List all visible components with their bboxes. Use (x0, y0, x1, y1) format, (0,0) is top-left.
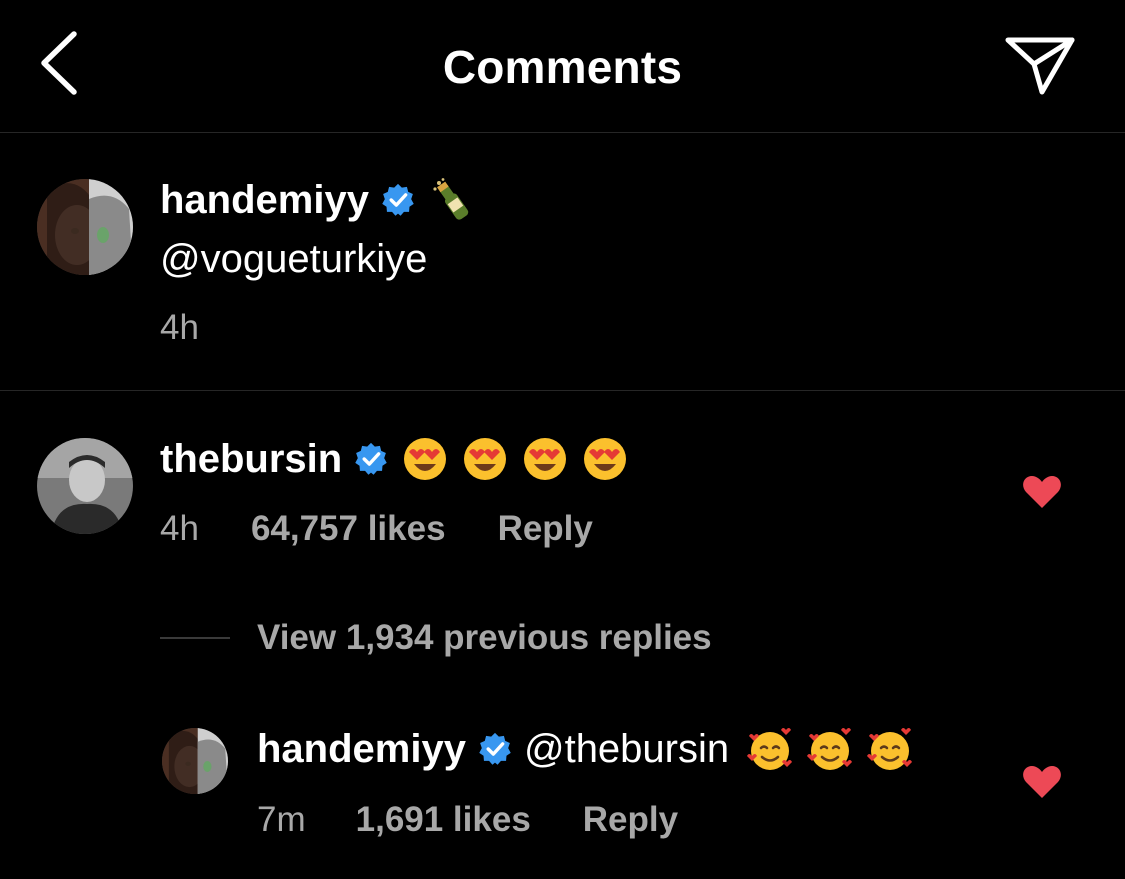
verified-badge-icon (355, 442, 387, 475)
reply-header: handemiyy @thebursin (257, 726, 913, 772)
username[interactable]: thebursin (160, 437, 342, 482)
avatar-image (37, 438, 133, 534)
avatar[interactable] (162, 728, 228, 794)
avatar-image (37, 179, 133, 275)
reply-meta: 7m 1,691 likes Reply (257, 800, 678, 840)
heart-icon[interactable] (1022, 474, 1062, 510)
post-caption: handemiyy @vogueturkiye 4h (0, 133, 1125, 391)
username[interactable]: handemiyy (160, 178, 369, 223)
paper-plane-icon[interactable] (1004, 34, 1076, 96)
comment-header: thebursin (160, 436, 628, 482)
replies-divider (160, 637, 230, 639)
view-replies-button[interactable]: View 1,934 previous replies (257, 618, 712, 658)
reply-button[interactable]: Reply (498, 509, 593, 549)
timestamp: 4h (160, 308, 199, 347)
caption-text[interactable]: @vogueturkiye (160, 237, 427, 282)
heart-icon[interactable] (1022, 764, 1062, 800)
mention-link[interactable]: @thebursin (524, 727, 729, 772)
smiling-face-with-hearts-icon (747, 728, 793, 770)
heart-eyes-emoji-icon (464, 438, 507, 480)
comment-meta: 4h 64,757 likes Reply (160, 509, 593, 549)
avatar-image (162, 728, 228, 794)
smiling-face-with-hearts-icon (807, 728, 853, 770)
heart-eyes-emoji-icon (524, 438, 567, 480)
likes-count[interactable]: 64,757 likes (251, 509, 446, 549)
caption-header: handemiyy (160, 177, 475, 223)
page-title: Comments (442, 41, 683, 93)
header-bar: Comments (0, 0, 1125, 133)
username[interactable]: handemiyy (257, 727, 466, 772)
heart-eyes-emoji-icon (584, 438, 627, 480)
avatar[interactable] (37, 438, 133, 534)
smiling-face-with-hearts-icon (867, 728, 913, 770)
likes-count[interactable]: 1,691 likes (356, 800, 531, 840)
heart-eyes-emoji-icon (404, 438, 447, 480)
avatar[interactable] (37, 179, 133, 275)
caption-meta: 4h (160, 308, 199, 348)
champagne-bottle-icon (433, 178, 469, 220)
timestamp: 7m (257, 800, 306, 839)
timestamp: 4h (160, 509, 199, 548)
verified-badge-icon (479, 732, 511, 765)
verified-badge-icon (382, 183, 414, 216)
reply-button[interactable]: Reply (583, 800, 678, 840)
